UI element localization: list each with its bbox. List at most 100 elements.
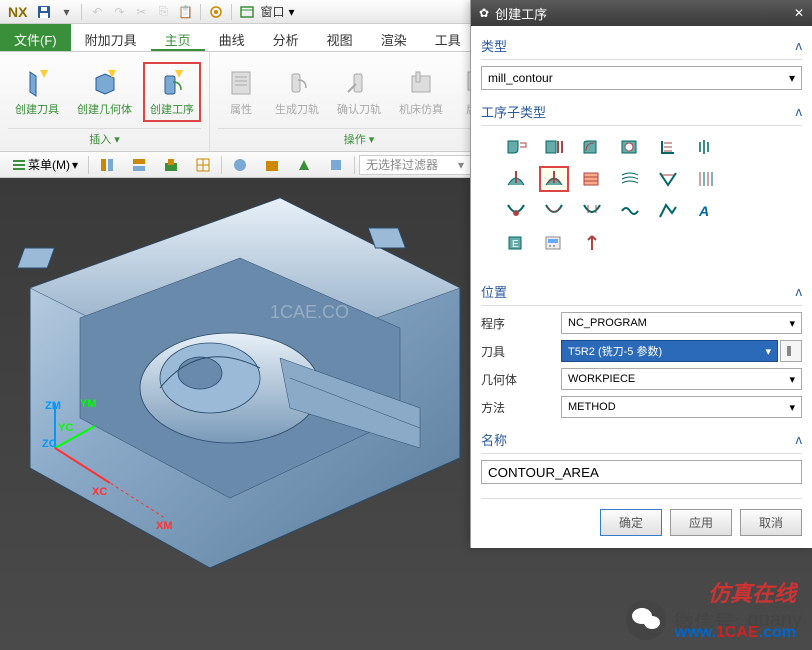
geom-combo[interactable]: WORKPIECE▾ — [561, 368, 802, 390]
subtype-cavity-mill-icon[interactable] — [501, 134, 531, 160]
menu-tools[interactable]: 工具 — [421, 24, 475, 51]
section-location-header[interactable]: 位置 ʌ — [481, 278, 802, 306]
subtype-zlevel-corner-icon[interactable] — [691, 134, 721, 160]
create-geom-label: 创建几何体 — [77, 101, 132, 117]
ok-button[interactable]: 确定 — [600, 509, 662, 536]
gear-icon: ✿ — [479, 6, 489, 20]
machine-sim-label: 机床仿真 — [399, 101, 443, 117]
subtype-contour-text-icon[interactable]: A — [691, 198, 721, 224]
redo-icon[interactable]: ↷ — [110, 3, 128, 21]
program-label: 程序 — [481, 315, 561, 332]
view-icon-1[interactable] — [93, 155, 121, 175]
cut-icon[interactable]: ✂ — [132, 3, 150, 21]
window-icon[interactable] — [238, 3, 256, 21]
close-icon[interactable]: ✕ — [794, 6, 804, 20]
subtype-profile-3d-icon[interactable] — [653, 198, 683, 224]
subtype-contour-surface-icon[interactable] — [577, 166, 607, 192]
create-tool-label: 创建刀具 — [15, 101, 59, 117]
subtype-streamline-icon[interactable] — [615, 166, 645, 192]
paste-icon[interactable]: 📋 — [176, 3, 194, 21]
collapse-icon: ʌ — [796, 432, 803, 447]
tool-icon-5[interactable] — [226, 155, 254, 175]
dialog-button-row: 确定 应用 取消 — [481, 498, 802, 542]
menu-curve[interactable]: 曲线 — [205, 24, 259, 51]
undo-icon[interactable]: ↶ — [88, 3, 106, 21]
section-subtype-header[interactable]: 工序子类型 ʌ — [481, 98, 802, 126]
separator — [200, 4, 201, 20]
separator — [231, 4, 232, 20]
subtype-fixed-axis-icon[interactable] — [577, 230, 607, 256]
wechat-icon — [626, 600, 666, 640]
ribbon-group-insert-label: 插入 ▾ — [8, 128, 201, 147]
verify-path-button[interactable]: 确认刀轨 — [330, 62, 388, 122]
verify-path-label: 确认刀轨 — [337, 101, 381, 117]
program-combo[interactable]: NC_PROGRAM▾ — [561, 312, 802, 334]
gen-path-button[interactable]: 生成刀轨 — [268, 62, 326, 122]
dropdown-icon[interactable]: ▾ — [288, 5, 294, 19]
create-op-icon — [156, 67, 188, 99]
menu-dropdown-button[interactable]: 菜单(M) ▾ — [6, 154, 84, 175]
watermark-url: www.1CAE.com — [675, 624, 796, 642]
chevron-down-icon: ▾ — [789, 401, 795, 414]
separator — [221, 156, 222, 174]
cancel-button[interactable]: 取消 — [740, 509, 802, 536]
subtype-contour-steep-icon[interactable] — [691, 166, 721, 192]
create-op-button[interactable]: 创建工序 — [143, 62, 201, 122]
tool-icon-7[interactable] — [290, 155, 318, 175]
create-operation-dialog: ✿ 创建工序 ✕ 类型 ʌ mill_contour ▾ 工序子类型 ʌ — [470, 0, 812, 548]
section-location: 位置 ʌ 程序 NC_PROGRAM▾ 刀具 T5R2 (铣刀-5 参数)▾ 几… — [481, 278, 802, 418]
subtype-rest-mill-icon[interactable] — [615, 134, 645, 160]
menu-file[interactable]: 文件(F) — [0, 24, 71, 51]
selection-filter-combo[interactable]: 无选择过滤器▾ — [359, 155, 471, 175]
subtype-contour-nonsteep-icon[interactable] — [653, 166, 683, 192]
dropdown-icon[interactable]: ▾ — [57, 3, 75, 21]
chevron-down-icon: ▾ — [789, 71, 795, 85]
subtype-mill-user-icon[interactable]: E — [501, 230, 531, 256]
separator — [81, 4, 82, 20]
subtype-flowcut-single-icon[interactable] — [501, 198, 531, 224]
view-icon-2[interactable] — [125, 155, 153, 175]
subtype-zlevel-profile-icon[interactable] — [653, 134, 683, 160]
copy-icon[interactable]: ⎘ — [154, 3, 172, 21]
mid-watermark: 1CAE.CO — [270, 302, 349, 322]
save-icon[interactable] — [35, 3, 53, 21]
view-icon-4[interactable] — [189, 155, 217, 175]
tool-combo[interactable]: T5R2 (铣刀-5 参数)▾ — [561, 340, 778, 362]
view-icon-3[interactable] — [157, 155, 185, 175]
app-logo: NX — [4, 4, 31, 20]
subtype-grid: A E — [481, 126, 802, 270]
name-input[interactable] — [481, 460, 802, 484]
dialog-title: 创建工序 — [495, 4, 788, 23]
chevron-down-icon: ▾ — [789, 373, 795, 386]
section-name-header[interactable]: 名称 ʌ — [481, 426, 802, 454]
machine-sim-button[interactable]: 机床仿真 — [392, 62, 450, 122]
menu-home[interactable]: 主页 — [151, 24, 205, 51]
properties-button[interactable]: 属性 — [218, 62, 264, 122]
window-combo[interactable]: 窗口 — [260, 3, 284, 20]
menu-icon — [12, 159, 26, 171]
type-combo[interactable]: mill_contour ▾ — [481, 66, 802, 90]
menu-render[interactable]: 渲染 — [367, 24, 421, 51]
menu-view[interactable]: 视图 — [313, 24, 367, 51]
create-tool-button[interactable]: 创建刀具 — [8, 62, 66, 122]
subtype-plunge-mill-icon[interactable] — [539, 134, 569, 160]
subtype-flowcut-multiple-icon[interactable] — [539, 198, 569, 224]
apply-button[interactable]: 应用 — [670, 509, 732, 536]
tool-icon-8[interactable] — [322, 155, 350, 175]
touch-icon[interactable] — [207, 3, 225, 21]
tool-icon-6[interactable] — [258, 155, 286, 175]
subtype-fixed-contour-icon[interactable] — [501, 166, 531, 192]
chevron-down-icon: ▾ — [789, 317, 795, 330]
subtype-corner-rough-icon[interactable] — [577, 134, 607, 160]
subtype-contour-area-icon[interactable] — [539, 166, 569, 192]
subtype-mill-control-icon[interactable] — [539, 230, 569, 256]
menu-attach-tool[interactable]: 附加刀具 — [71, 24, 151, 51]
subtype-flowcut-ref-icon[interactable] — [577, 198, 607, 224]
collapse-icon: ʌ — [796, 38, 803, 53]
section-type-header[interactable]: 类型 ʌ — [481, 32, 802, 60]
menu-analysis[interactable]: 分析 — [259, 24, 313, 51]
tool-extra-button[interactable] — [780, 340, 802, 362]
subtype-flowcut-smooth-icon[interactable] — [615, 198, 645, 224]
create-geom-button[interactable]: 创建几何体 — [70, 62, 139, 122]
method-combo[interactable]: METHOD▾ — [561, 396, 802, 418]
